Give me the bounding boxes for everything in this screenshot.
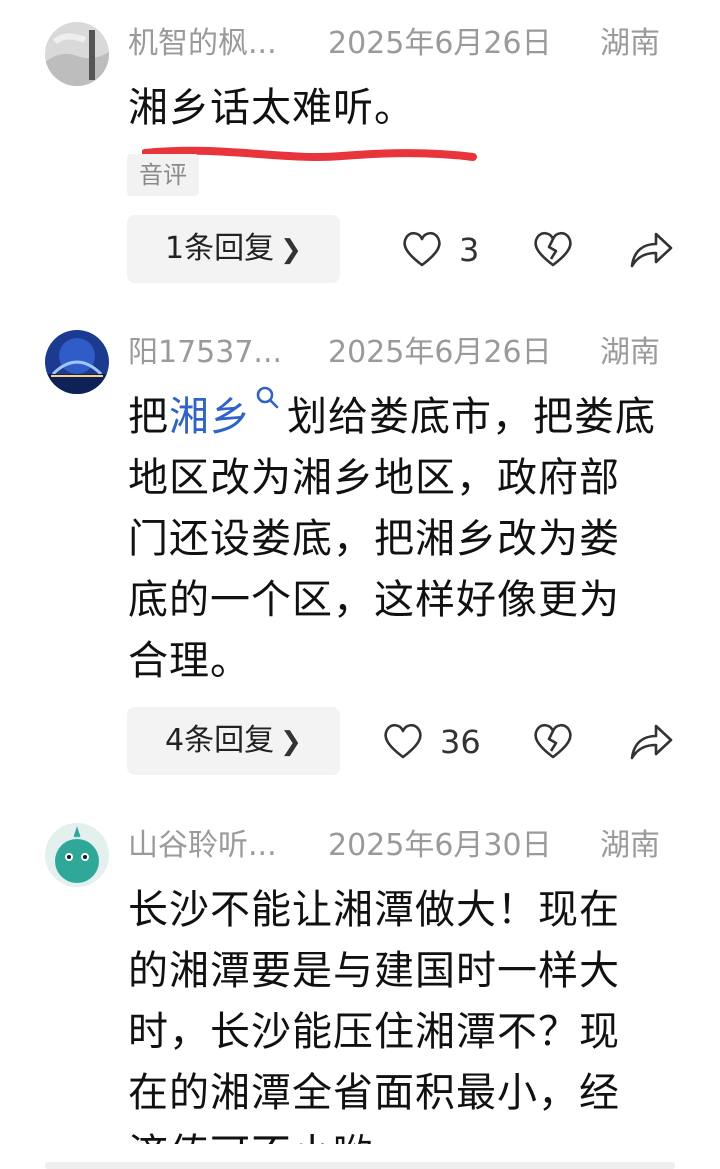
comment-meta: 山谷聆听... 2025年6月30日 湖南 <box>128 826 660 866</box>
bottom-bar-edge <box>45 1162 675 1169</box>
username[interactable]: 山谷聆听... <box>128 826 318 866</box>
comment-text: 长沙不能让湘潭做大！现在的湘潭要是与建国时一样大时，长沙能压住湘潭不？现在的湘潭… <box>128 887 620 1144</box>
comment-3: 山谷聆听... 2025年6月30日 湖南 长沙不能让湘潭做大！现在的湘潭要是与… <box>0 0 720 1152</box>
comment-region: 湖南 <box>600 828 660 863</box>
comment-date: 2025年6月30日 <box>328 828 552 863</box>
avatar[interactable] <box>45 823 109 887</box>
